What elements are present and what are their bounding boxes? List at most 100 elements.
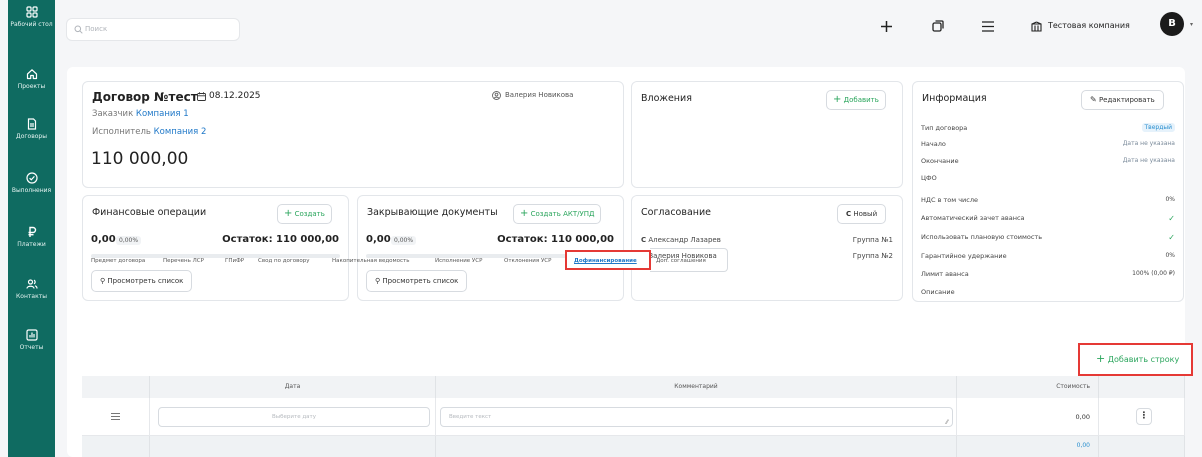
- tab-lsr-list[interactable]: Перечень ЛСР: [163, 258, 204, 264]
- avatar[interactable]: В: [1160, 12, 1184, 36]
- info-row-value: Дата не указана: [1122, 140, 1175, 147]
- edit-icon: ✎: [1090, 95, 1097, 104]
- finance-value: 0,00: [91, 234, 116, 245]
- tab-additional-funding[interactable]: Дофинансирование: [574, 258, 637, 264]
- resize-handle-icon[interactable]: ⁄⁄: [946, 419, 948, 426]
- company-selector[interactable]: Тестовая компания: [1048, 21, 1130, 30]
- closing-docs-title: Закрывающие документы: [367, 207, 498, 218]
- finance-title: Финансовые операции: [92, 207, 207, 218]
- nav-item-reports[interactable]: Отчеты: [8, 329, 55, 352]
- approver-name: Александр Лазарев: [648, 236, 721, 244]
- info-row-value: 0%: [1165, 196, 1175, 203]
- info-row: Гарантийное удержание 0%: [921, 252, 1175, 263]
- attachments-card: Вложения + Добавить: [631, 81, 903, 188]
- edit-label: Редактировать: [1098, 96, 1155, 104]
- table-header-handle: [82, 376, 150, 398]
- hamburger-icon: [982, 21, 994, 32]
- plus-icon: +: [1096, 352, 1106, 365]
- contract-date: 08.12.2025: [209, 91, 261, 101]
- row-cost: 0,00: [1075, 413, 1090, 421]
- info-row-label: Тип договора: [921, 124, 968, 132]
- tab-usr-deviations[interactable]: Отклонения УСР: [504, 258, 551, 264]
- info-row: Описание: [921, 288, 1175, 299]
- approver-row: C Александр Лазарев: [641, 236, 721, 244]
- tab-gpifr[interactable]: ГПиФР: [225, 258, 244, 264]
- nav-item-projects[interactable]: Проекты: [8, 68, 55, 91]
- create-finance-button[interactable]: + Создать: [277, 204, 332, 224]
- check-icon: ✓: [1168, 233, 1175, 242]
- contract-title: Договор №тест: [92, 90, 198, 104]
- calendar-icon: [197, 92, 206, 101]
- nav-item-payments[interactable]: Платежи: [8, 226, 55, 249]
- finance-percent-badge: 0,00%: [116, 236, 142, 245]
- info-row: Тип договора Твердый: [921, 123, 1175, 135]
- add-button[interactable]: [880, 20, 893, 33]
- avatar-chevron-icon[interactable]: ▾: [1190, 21, 1193, 28]
- nav-label: Выполнения: [11, 187, 52, 194]
- info-card: Информация ✎ Редактировать Тип договора …: [912, 81, 1184, 302]
- edit-button[interactable]: ✎ Редактировать: [1081, 90, 1164, 110]
- tab-supplementary[interactable]: Доп. соглашения: [656, 258, 706, 264]
- info-row-label: Начало: [921, 140, 946, 148]
- table-cell-actions: ⋮: [1099, 398, 1185, 436]
- nav-item-executions[interactable]: Выполнения: [8, 172, 55, 195]
- tab-subject[interactable]: Предмет договора: [91, 258, 145, 264]
- table-header-actions: [1099, 376, 1185, 398]
- row-more-button[interactable]: ⋮: [1136, 408, 1152, 425]
- info-row: Окончание Дата не указана: [921, 157, 1175, 168]
- nav-item-contacts[interactable]: Контакты: [8, 278, 55, 301]
- approval-status-button[interactable]: C Новый: [837, 204, 887, 224]
- add-row-button[interactable]: + Добавить строку: [1096, 352, 1179, 365]
- plus-icon: +: [520, 208, 529, 219]
- approval-title: Согласование: [641, 207, 712, 218]
- more-vertical-icon: ⋮: [1139, 411, 1149, 421]
- info-row-label: Гарантийное удержание: [921, 252, 1007, 260]
- info-row-label: Автоматический зачет аванса: [921, 214, 1025, 222]
- copy-button[interactable]: [932, 20, 944, 32]
- comment-input[interactable]: Введите текст: [440, 407, 953, 427]
- nav-label: Проекты: [17, 83, 46, 90]
- executor-label: Исполнитель: [92, 127, 151, 137]
- info-row-label: Использовать плановую стоимость: [921, 233, 1043, 241]
- create-act-button[interactable]: + Создать АКТ/УПД: [513, 204, 602, 224]
- table-header-date: Дата: [150, 376, 436, 398]
- search-icon: ⚲: [375, 277, 381, 285]
- nav-label: Договоры: [16, 133, 47, 140]
- finance-view-list-label: Просмотреть список: [107, 277, 184, 285]
- finance-view-list-button[interactable]: ⚲ Просмотреть список: [91, 270, 193, 292]
- add-attachment-button[interactable]: + Добавить: [826, 90, 886, 110]
- tab-usr-execution[interactable]: Исполнение УСР: [435, 258, 482, 264]
- users-icon: [25, 279, 38, 289]
- info-title: Информация: [922, 93, 987, 104]
- dashboard-icon: [25, 6, 38, 18]
- tab-cumulative[interactable]: Накопительная ведомость: [332, 258, 410, 264]
- table-row-handle[interactable]: [82, 398, 150, 436]
- nav-item-contracts[interactable]: Договоры: [8, 118, 55, 141]
- finance-remainder: Остаток: 110 000,00: [222, 234, 339, 245]
- closing-view-list-button[interactable]: ⚲ Просмотреть список: [366, 270, 468, 292]
- copy-icon: [932, 20, 944, 32]
- search-input[interactable]: Поиск: [66, 18, 240, 41]
- nav-label: Контакты: [16, 293, 47, 300]
- check-circle-icon: [25, 172, 38, 184]
- table-footer-total-cell: 0,00: [957, 436, 1099, 457]
- nav-label: Рабочий стол: [10, 21, 53, 28]
- date-picker-input[interactable]: Выберите дату: [158, 407, 430, 427]
- closing-remainder: Остаток: 110 000,00: [497, 234, 614, 245]
- table-footer-cell: [150, 436, 436, 457]
- tab-summary[interactable]: Свод по договору: [258, 258, 309, 264]
- search-icon: ⚲: [100, 277, 106, 285]
- table-footer-cell: [82, 436, 150, 457]
- plus-icon: +: [284, 208, 293, 219]
- executor-link[interactable]: Компания 2: [154, 127, 207, 137]
- menu-button[interactable]: [982, 21, 994, 32]
- nav-item-dashboard[interactable]: Рабочий стол: [8, 6, 55, 29]
- refresh-icon: C: [846, 210, 852, 218]
- search-icon: [74, 25, 83, 34]
- customer-label: Заказчик: [92, 109, 134, 119]
- customer-link[interactable]: Компания 1: [136, 109, 189, 119]
- closing-docs-card: Закрывающие документы + Создать АКТ/УПД …: [357, 195, 624, 301]
- create-act-label: Создать АКТ/УПД: [530, 210, 595, 218]
- contract-manager: Валерия Новикова: [505, 91, 574, 99]
- refresh-icon: C: [641, 236, 647, 244]
